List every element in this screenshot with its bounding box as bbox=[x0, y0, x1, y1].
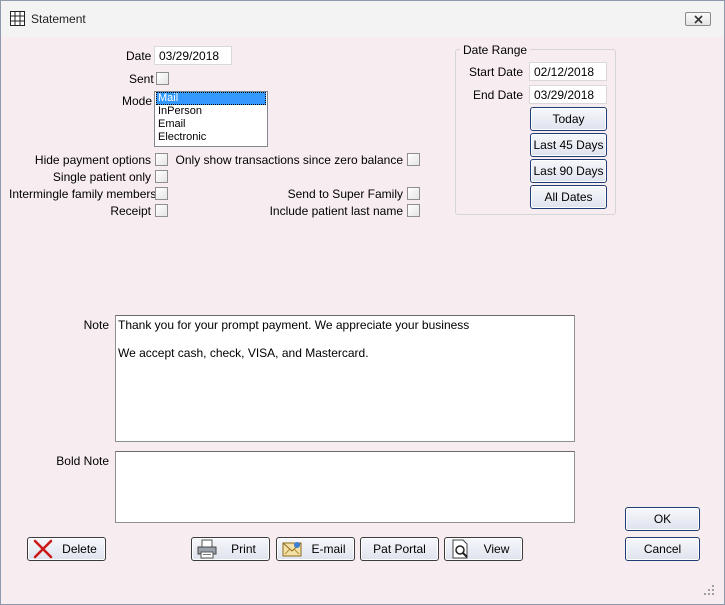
note-textarea[interactable]: Thank you for your prompt payment. We ap… bbox=[115, 315, 575, 442]
hide-payment-label: Hide payment options bbox=[34, 153, 151, 167]
statement-window: Statement Date 03/29/2018 Sent Mode Mail… bbox=[0, 0, 725, 605]
intermingle-checkbox[interactable] bbox=[155, 187, 168, 200]
sent-checkbox[interactable] bbox=[156, 72, 169, 85]
zero-balance-checkbox[interactable] bbox=[407, 153, 420, 166]
last-45-days-button[interactable]: Last 45 Days bbox=[530, 133, 607, 157]
close-button[interactable] bbox=[685, 12, 711, 26]
last-90-days-button[interactable]: Last 90 Days bbox=[530, 159, 607, 183]
today-button[interactable]: Today bbox=[530, 107, 607, 131]
mode-option-inperson[interactable]: InPerson bbox=[156, 105, 266, 118]
view-button-label: View bbox=[483, 542, 510, 556]
mode-option-email[interactable]: Email bbox=[156, 118, 266, 131]
window-title: Statement bbox=[31, 12, 86, 26]
cancel-button[interactable]: Cancel bbox=[625, 537, 700, 561]
end-date-label: End Date bbox=[472, 88, 523, 102]
mode-listbox[interactable]: Mail InPerson Email Electronic bbox=[154, 91, 268, 147]
note-line: Thank you for your prompt payment. We ap… bbox=[118, 318, 470, 332]
delete-button[interactable]: Delete bbox=[27, 537, 106, 561]
resize-grip-icon[interactable] bbox=[704, 585, 714, 595]
super-family-label: Send to Super Family bbox=[287, 187, 403, 201]
title-bar: Statement bbox=[1, 1, 724, 37]
include-last-name-label: Include patient last name bbox=[269, 204, 403, 218]
view-document-icon bbox=[452, 539, 468, 559]
bold-note-textarea[interactable] bbox=[115, 451, 575, 523]
printer-icon bbox=[197, 539, 217, 559]
zero-balance-label: Only show transactions since zero balanc… bbox=[175, 153, 403, 167]
client-area: Date 03/29/2018 Sent Mode Mail InPerson … bbox=[9, 37, 716, 597]
close-icon bbox=[694, 15, 703, 24]
date-range-title: Date Range bbox=[460, 43, 531, 57]
delete-x-icon bbox=[33, 539, 53, 559]
intermingle-label: Intermingle family members bbox=[9, 187, 157, 201]
note-line: We accept cash, check, VISA, and Masterc… bbox=[118, 346, 369, 360]
hide-payment-checkbox[interactable] bbox=[155, 153, 168, 166]
super-family-checkbox[interactable] bbox=[407, 187, 420, 200]
mode-option-electronic[interactable]: Electronic bbox=[156, 131, 266, 144]
receipt-label: Receipt bbox=[110, 204, 151, 218]
grid-icon bbox=[10, 11, 25, 26]
print-button-label: Print bbox=[231, 542, 256, 556]
receipt-checkbox[interactable] bbox=[155, 204, 168, 217]
end-date-field[interactable]: 03/29/2018 bbox=[529, 85, 607, 104]
email-button-label: E-mail bbox=[311, 542, 346, 556]
note-label: Note bbox=[83, 318, 109, 332]
delete-button-label: Delete bbox=[62, 542, 97, 556]
date-field[interactable]: 03/29/2018 bbox=[154, 46, 232, 65]
print-button[interactable]: Print bbox=[191, 537, 270, 561]
mode-option-mail[interactable]: Mail bbox=[156, 92, 266, 105]
single-patient-checkbox[interactable] bbox=[155, 170, 168, 183]
view-button[interactable]: View bbox=[444, 537, 523, 561]
start-date-label: Start Date bbox=[468, 65, 523, 79]
note-line bbox=[118, 332, 572, 346]
bold-note-label: Bold Note bbox=[56, 454, 109, 468]
email-button[interactable]: E-mail bbox=[276, 537, 355, 561]
date-label: Date bbox=[126, 49, 152, 63]
include-last-name-checkbox[interactable] bbox=[407, 204, 420, 217]
sent-label: Sent bbox=[129, 72, 154, 86]
envelope-icon bbox=[282, 542, 302, 557]
single-patient-label: Single patient only bbox=[52, 170, 151, 184]
ok-button[interactable]: OK bbox=[625, 507, 700, 531]
mode-label: Mode bbox=[122, 94, 153, 108]
start-date-field[interactable]: 02/12/2018 bbox=[529, 62, 607, 81]
pat-portal-button[interactable]: Pat Portal bbox=[360, 537, 439, 561]
all-dates-button[interactable]: All Dates bbox=[530, 185, 607, 209]
